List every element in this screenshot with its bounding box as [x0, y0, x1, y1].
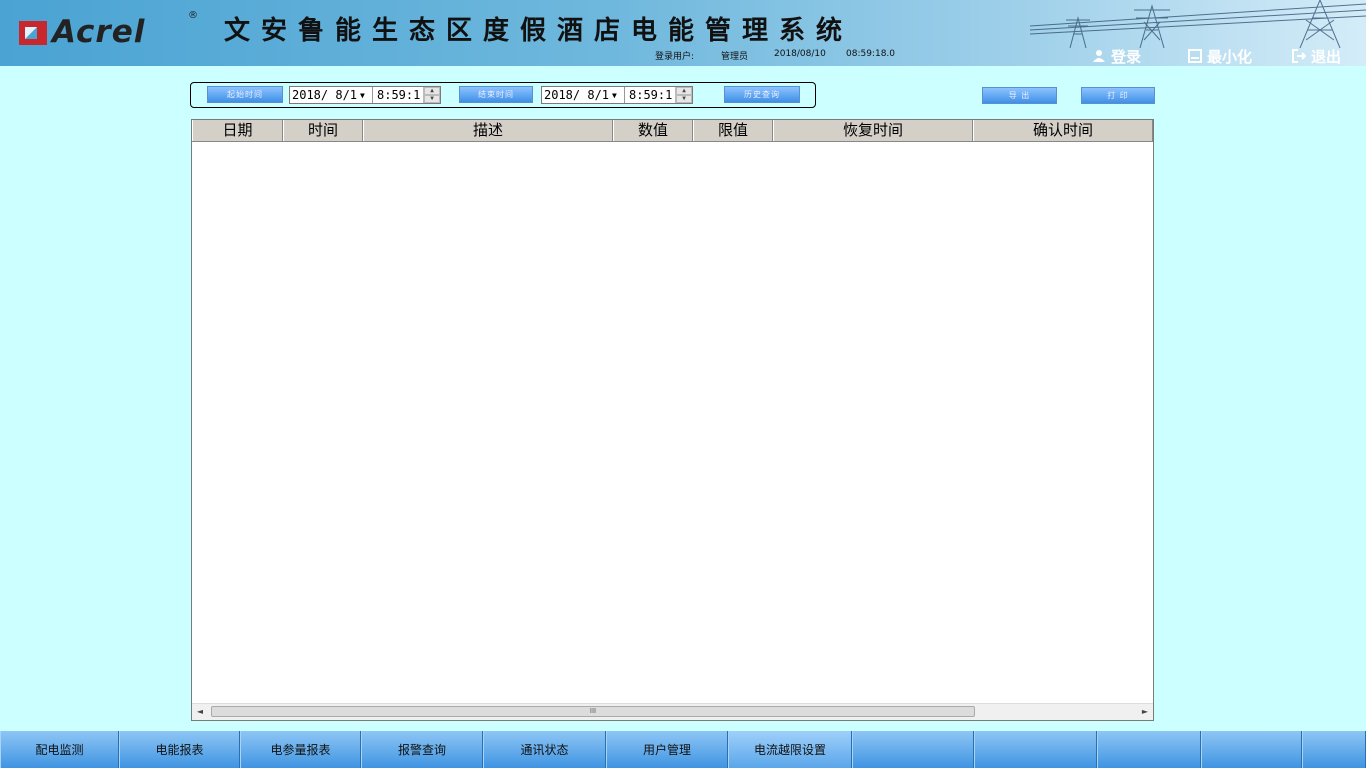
nav-item-parameter-report[interactable]: 电参量报表	[240, 731, 361, 768]
chevron-down-icon[interactable]: ▼	[612, 91, 622, 100]
exit-icon	[1292, 49, 1306, 63]
column-header-date[interactable]: 日期	[192, 120, 283, 141]
exit-label: 退出	[1311, 47, 1342, 66]
app-header: Acrel ® 文安鲁能生态区度假酒店电能管理系统 登录用户: 管理员 2018…	[0, 0, 1366, 66]
spin-down-icon[interactable]: ▼	[676, 95, 692, 103]
spin-up-icon[interactable]: ▲	[424, 87, 440, 95]
spin-down-icon[interactable]: ▼	[424, 95, 440, 103]
chevron-down-icon[interactable]: ▼	[360, 91, 370, 100]
scroll-left-icon[interactable]: ◄	[192, 704, 208, 720]
login-label: 登录	[1111, 47, 1142, 66]
acrel-logo: Acrel ®	[18, 10, 198, 52]
nav-item-user-management[interactable]: 用户管理	[606, 731, 728, 768]
end-datetime-picker[interactable]: 2018/ 8/1 ▼ 8:59:1 ▲ ▼	[541, 86, 693, 104]
column-header-time[interactable]: 时间	[283, 120, 363, 141]
start-time-spinner[interactable]: ▲ ▼	[423, 87, 440, 103]
horizontal-scrollbar[interactable]: ◄ III ►	[192, 703, 1153, 720]
spin-up-icon[interactable]: ▲	[676, 87, 692, 95]
logo-text: Acrel	[52, 14, 146, 50]
login-user-label: 登录用户:	[655, 52, 695, 62]
export-button[interactable]: 导 出	[982, 87, 1057, 104]
user-icon	[1093, 50, 1105, 62]
nav-item-empty[interactable]	[974, 731, 1097, 768]
column-header-limit[interactable]: 限值	[693, 120, 773, 141]
end-time-spinner[interactable]: ▲ ▼	[675, 87, 692, 103]
print-button[interactable]: 打 印	[1081, 87, 1155, 104]
nav-item-energy-report[interactable]: 电能报表	[119, 731, 240, 768]
alarm-table[interactable]: 日期 时间 描述 数值 限值 恢复时间 确认时间 ◄ III ►	[191, 119, 1154, 721]
start-date-field[interactable]: 2018/ 8/1	[290, 88, 360, 102]
end-time-button[interactable]: 结束时间	[459, 86, 533, 103]
column-header-recovery-time[interactable]: 恢复时间	[773, 120, 973, 141]
registered-mark: ®	[188, 10, 198, 21]
scrollbar-thumb[interactable]: III	[211, 706, 975, 717]
column-header-value[interactable]: 数值	[613, 120, 693, 141]
nav-item-empty[interactable]	[1302, 731, 1366, 768]
minimize-label: 最小化	[1207, 47, 1253, 66]
history-query-button[interactable]: 历史查询	[724, 86, 800, 103]
login-button[interactable]: 登录	[1092, 47, 1142, 66]
separator	[372, 87, 373, 103]
table-header: 日期 时间 描述 数值 限值 恢复时间 确认时间	[192, 120, 1153, 142]
scroll-right-icon[interactable]: ►	[1137, 704, 1153, 720]
nav-item-empty[interactable]	[1201, 731, 1302, 768]
start-datetime-picker[interactable]: 2018/ 8/1 ▼ 8:59:1 ▲ ▼	[289, 86, 441, 104]
nav-item-distribution-monitor[interactable]: 配电监测	[0, 731, 119, 768]
end-time-field[interactable]: 8:59:1	[629, 88, 675, 102]
current-date: 2018/08/10	[774, 49, 826, 59]
minimize-button[interactable]: 最小化	[1188, 47, 1253, 66]
current-time: 08:59:18.0	[846, 49, 896, 59]
exit-button[interactable]: 退出	[1292, 47, 1342, 66]
system-title: 文安鲁能生态区度假酒店电能管理系统	[224, 16, 854, 46]
query-toolbar: 起始时间 2018/ 8/1 ▼ 8:59:1 ▲ ▼ 结束时间 2018/ 8…	[190, 82, 816, 108]
login-user-name: 管理员	[721, 52, 749, 62]
separator	[624, 87, 625, 103]
acrel-logo-mark	[18, 17, 48, 47]
nav-item-current-limit-settings[interactable]: 电流越限设置	[728, 731, 852, 768]
nav-item-empty[interactable]	[852, 731, 974, 768]
column-header-confirm-time[interactable]: 确认时间	[973, 120, 1153, 141]
end-date-field[interactable]: 2018/ 8/1	[542, 88, 612, 102]
minimize-icon	[1188, 49, 1202, 63]
start-time-button[interactable]: 起始时间	[207, 86, 283, 103]
column-header-description[interactable]: 描述	[363, 120, 613, 141]
bottom-nav: 配电监测 电能报表 电参量报表 报警查询 通讯状态 用户管理 电流越限设置	[0, 731, 1366, 768]
start-time-field[interactable]: 8:59:1	[377, 88, 423, 102]
nav-item-empty[interactable]	[1097, 731, 1201, 768]
nav-item-alarm-query[interactable]: 报警查询	[361, 731, 483, 768]
nav-item-comm-status[interactable]: 通讯状态	[483, 731, 606, 768]
power-tower-icon	[1030, 0, 1366, 48]
